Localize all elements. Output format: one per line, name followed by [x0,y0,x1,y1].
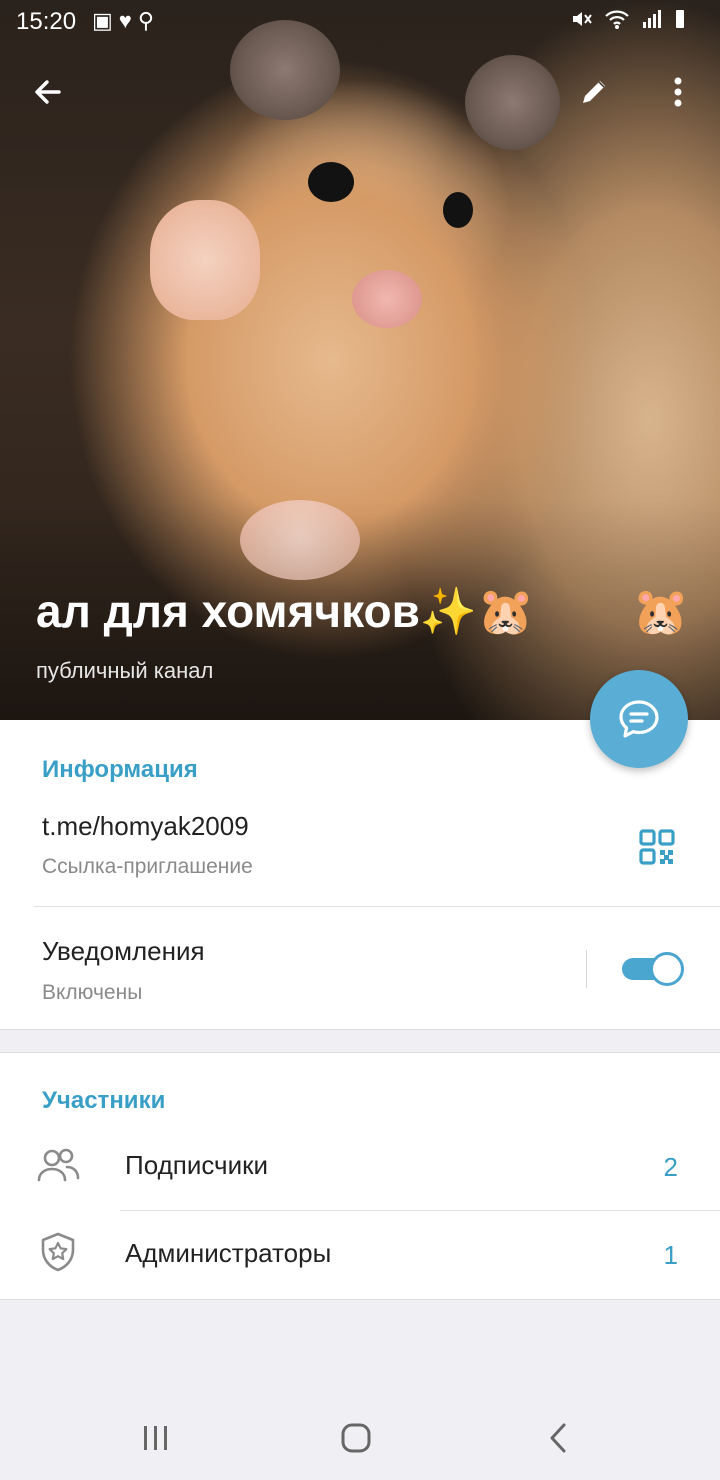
info-section-header: Информация [42,756,198,783]
status-time: 15:20 [16,8,77,35]
home-button[interactable] [326,1416,386,1460]
status-bar: 15:20 ▣♥⚲ [0,0,720,44]
members-section-header: Участники [42,1087,166,1114]
channel-type-label: публичный канал [36,658,214,683]
users-icon [36,1144,80,1188]
system-navigation-bar [0,1396,720,1480]
notifications-toggle[interactable] [622,952,684,986]
mute-icon [572,12,592,26]
system-back-button[interactable] [528,1416,588,1460]
notifications-separator [586,950,587,988]
channel-title: ал для хомячков✨🐹 🐹 [36,584,720,639]
administrators-row[interactable]: Администраторы 1 [0,1210,720,1298]
heart-icon: ♥ [118,8,138,33]
more-options-button[interactable] [650,64,706,120]
edit-button[interactable] [566,64,622,120]
qr-code-icon [639,829,675,865]
image-icon: ▣ [92,8,119,33]
back-button[interactable] [20,64,76,120]
more-vertical-icon [674,77,682,107]
search-icon: ⚲ [137,8,160,33]
notifications-status: Включены [42,981,143,1004]
notifications-label: Уведомления [42,936,205,966]
battery-icon [676,10,684,28]
administrators-count: 1 [663,1240,678,1270]
status-right-icons [570,8,686,36]
channel-title-trailing-emoji: 🐹 [632,585,690,637]
home-icon [341,1423,371,1453]
info-divider [34,906,720,907]
qr-code-button[interactable] [636,826,678,868]
channel-title-text: ал для хомячков✨🐹 [36,585,535,637]
signal-icon [642,10,661,28]
subscribers-count: 2 [663,1152,678,1182]
arrow-left-icon [35,80,61,104]
chat-bubble-icon [619,700,659,738]
status-left-icons: ▣♥⚲ [92,8,160,34]
subscribers-row[interactable]: Подписчики 2 [0,1122,720,1210]
recent-apps-icon [144,1426,167,1450]
subscribers-label: Подписчики [125,1150,269,1180]
wifi-icon [604,10,629,29]
shield-star-icon [36,1230,80,1274]
administrators-label: Администраторы [125,1238,332,1268]
invite-link-caption: Ссылка-приглашение [42,855,253,878]
discuss-button[interactable] [590,670,688,768]
invite-link[interactable]: t.me/homyak2009 [42,811,249,842]
pencil-icon [583,81,605,103]
back-icon [550,1423,566,1453]
recent-apps-button[interactable] [126,1416,186,1460]
